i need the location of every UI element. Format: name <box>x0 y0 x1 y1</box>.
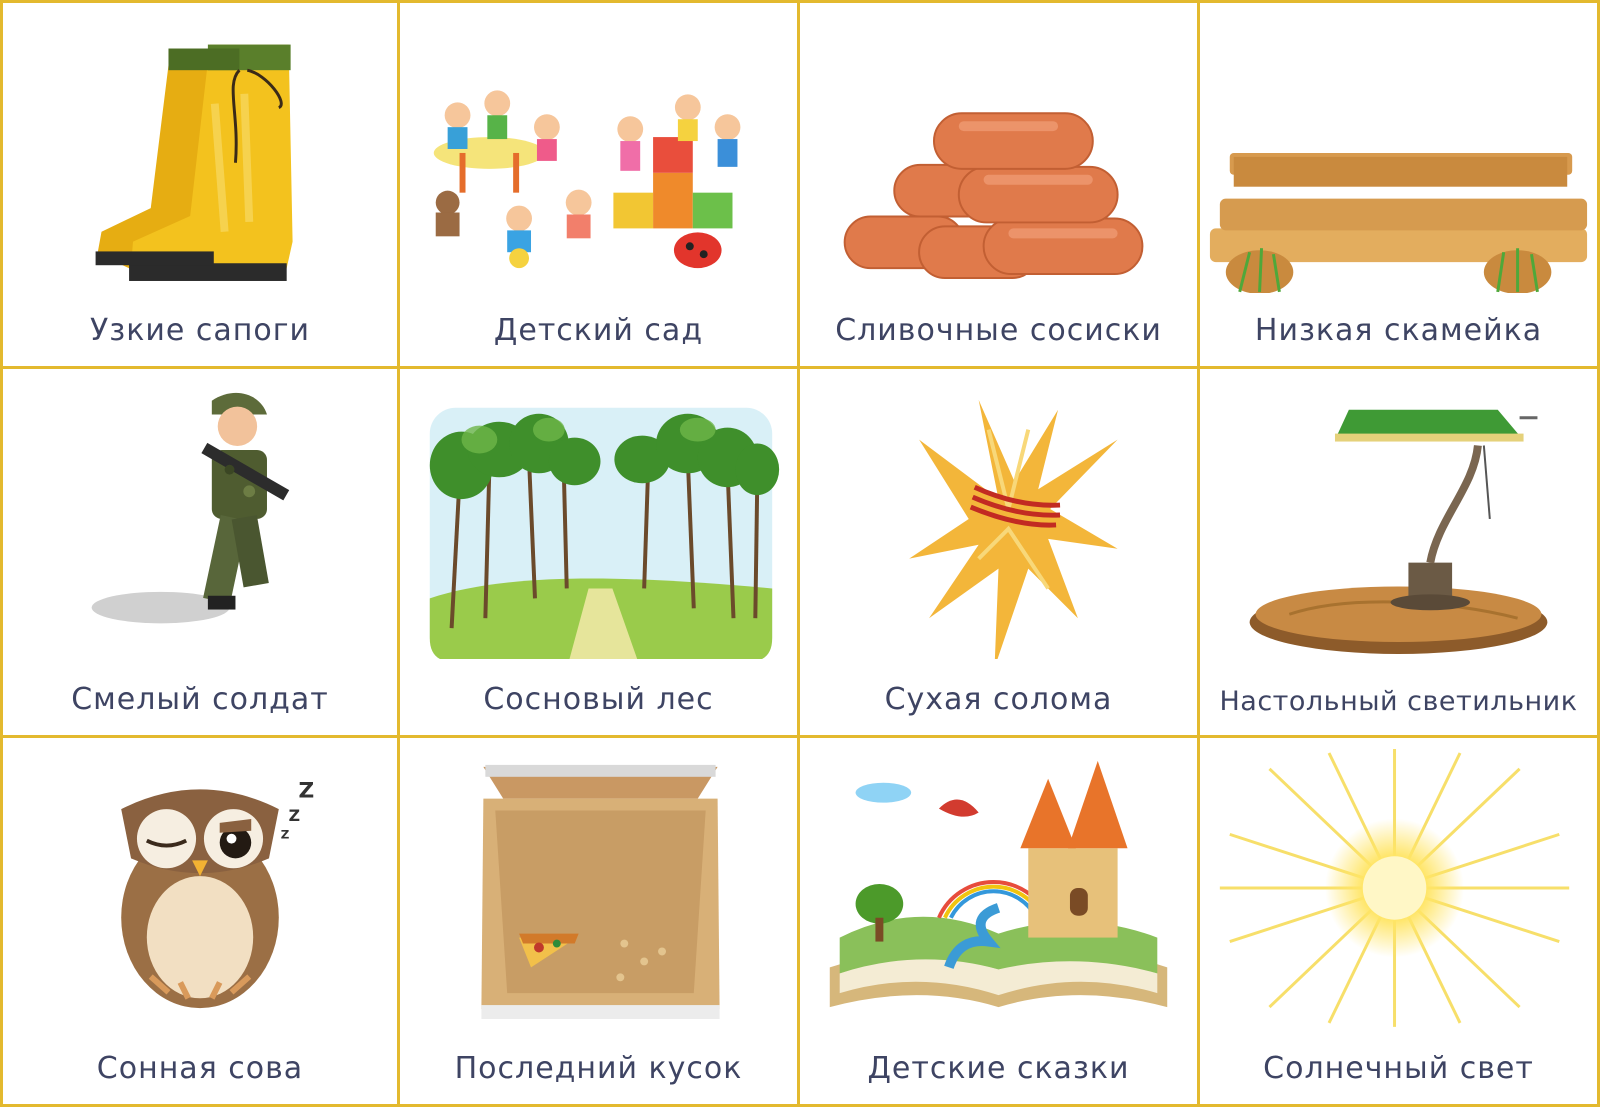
card-sausages: Сливочные сосиски <box>800 0 1200 369</box>
bench-icon <box>1209 152 1588 293</box>
pine-forest-icon <box>429 407 780 659</box>
fairy-tale-book-icon <box>829 760 1168 1008</box>
card-sunlight: Солнечный свет <box>1200 738 1600 1107</box>
card-pizza-box: Последний кусок <box>400 738 800 1107</box>
card-bench: Низкая скамейка <box>1200 0 1600 369</box>
card-caption: Солнечный свет <box>1263 1051 1534 1086</box>
card-pine-forest: Сосновый лес <box>400 369 800 738</box>
card-desk-lamp: Настольный светильник <box>1200 369 1600 738</box>
card-kindergarten: Детский сад <box>400 0 800 369</box>
card-caption: Детский сад <box>493 313 704 348</box>
card-soldier: Смелый солдат <box>0 369 400 738</box>
card-caption: Сливочные сосиски <box>835 313 1162 348</box>
sausages-icon <box>843 112 1144 280</box>
svg-text:Z: Z <box>289 806 300 825</box>
card-straw: Сухая солома <box>800 369 1200 738</box>
card-caption: Сонная сова <box>96 1051 304 1086</box>
flashcard-sheet: Узкие сапоги Детский сад Сливочные сосис… <box>0 0 1600 1107</box>
card-owl: Z Z Z Сонная сова <box>0 738 400 1107</box>
soldier-icon <box>91 392 290 624</box>
card-boots: Узкие сапоги <box>0 0 400 369</box>
card-caption: Настольный светильник <box>1219 686 1578 717</box>
rubber-boots-icon <box>95 44 293 281</box>
straw-icon <box>909 399 1118 659</box>
card-caption: Низкая скамейка <box>1254 313 1543 348</box>
card-fairy-tales: Детские сказки <box>800 738 1200 1107</box>
card-caption: Смелый солдат <box>71 682 329 717</box>
desk-lamp-icon <box>1249 409 1548 654</box>
card-caption: Последний кусок <box>454 1051 743 1086</box>
card-caption: Сухая солома <box>884 682 1113 717</box>
card-caption: Сосновый лес <box>483 682 714 717</box>
sunlight-icon <box>1219 749 1570 1027</box>
kindergarten-icon <box>433 90 741 269</box>
zzz-icon: Z <box>299 778 315 803</box>
card-caption: Детские сказки <box>867 1051 1130 1086</box>
svg-text:Z: Z <box>281 828 290 842</box>
owl-icon: Z Z Z <box>121 778 315 1009</box>
pizza-box-icon <box>481 764 720 1019</box>
card-caption: Узкие сапоги <box>90 313 310 348</box>
